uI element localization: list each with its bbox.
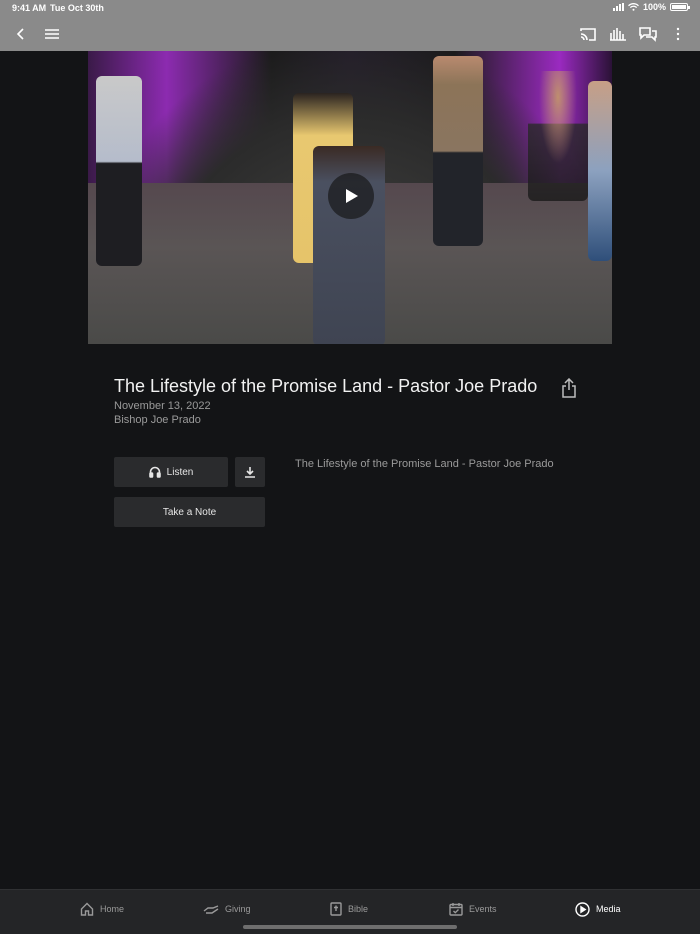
calendar-icon	[449, 903, 463, 916]
take-note-label: Take a Note	[162, 506, 217, 518]
media-title: The Lifestyle of the Promise Land - Past…	[114, 376, 538, 396]
home-indicator	[243, 925, 457, 929]
media-date: November 13, 2022	[114, 400, 211, 412]
headphones-icon	[148, 466, 161, 478]
back-icon[interactable]	[9, 22, 33, 46]
tab-giving[interactable]: Giving	[203, 900, 251, 918]
worship-figure	[96, 76, 142, 266]
listen-label: Listen	[166, 466, 194, 478]
bible-icon	[330, 902, 342, 916]
drum-kit	[528, 71, 588, 201]
status-date: Tue Oct 30th	[50, 3, 104, 13]
menu-icon[interactable]	[40, 22, 64, 46]
tab-bar: Home Giving Bible Events Media	[0, 889, 700, 934]
nav-bar	[0, 19, 700, 49]
media-description: The Lifestyle of the Promise Land - Past…	[295, 458, 554, 470]
worship-figure	[588, 81, 612, 261]
play-button[interactable]	[328, 173, 374, 219]
audio-bars-icon[interactable]	[606, 22, 630, 46]
play-circle-icon	[575, 901, 590, 917]
top-bar: 9:41 AM Tue Oct 30th 100%	[0, 0, 700, 51]
status-time: 9:41 AM	[12, 3, 47, 13]
tab-home-label: Home	[100, 904, 125, 914]
tab-home[interactable]: Home	[80, 900, 124, 918]
take-note-button[interactable]: Take a Note	[114, 497, 265, 527]
tab-events-label: Events	[469, 904, 497, 914]
listen-button[interactable]: Listen	[114, 457, 228, 487]
tab-media[interactable]: Media	[575, 900, 621, 918]
download-button[interactable]	[235, 457, 265, 487]
download-icon	[245, 467, 255, 478]
giving-hand-icon	[203, 905, 219, 914]
status-bar: 9:41 AM Tue Oct 30th 100%	[0, 0, 700, 16]
more-vertical-icon[interactable]	[666, 22, 690, 46]
status-right: 100%	[612, 2, 690, 12]
battery-percent: 100%	[642, 2, 666, 12]
video-player[interactable]	[88, 51, 612, 344]
cast-icon[interactable]	[576, 22, 600, 46]
cellular-signal-icon	[612, 3, 624, 11]
play-icon	[346, 189, 358, 203]
tab-events[interactable]: Events	[449, 900, 497, 918]
tab-media-label: Media	[596, 904, 621, 914]
battery-icon	[670, 3, 690, 11]
share-icon[interactable]	[560, 377, 578, 398]
wifi-icon	[628, 3, 639, 11]
home-icon	[80, 902, 94, 916]
tab-bible-label: Bible	[348, 904, 369, 914]
tab-bible[interactable]: Bible	[330, 900, 368, 918]
tab-giving-label: Giving	[225, 904, 251, 914]
chat-icon[interactable]	[636, 22, 660, 46]
worship-figure	[433, 56, 483, 246]
media-speaker: Bishop Joe Prado	[114, 414, 201, 426]
